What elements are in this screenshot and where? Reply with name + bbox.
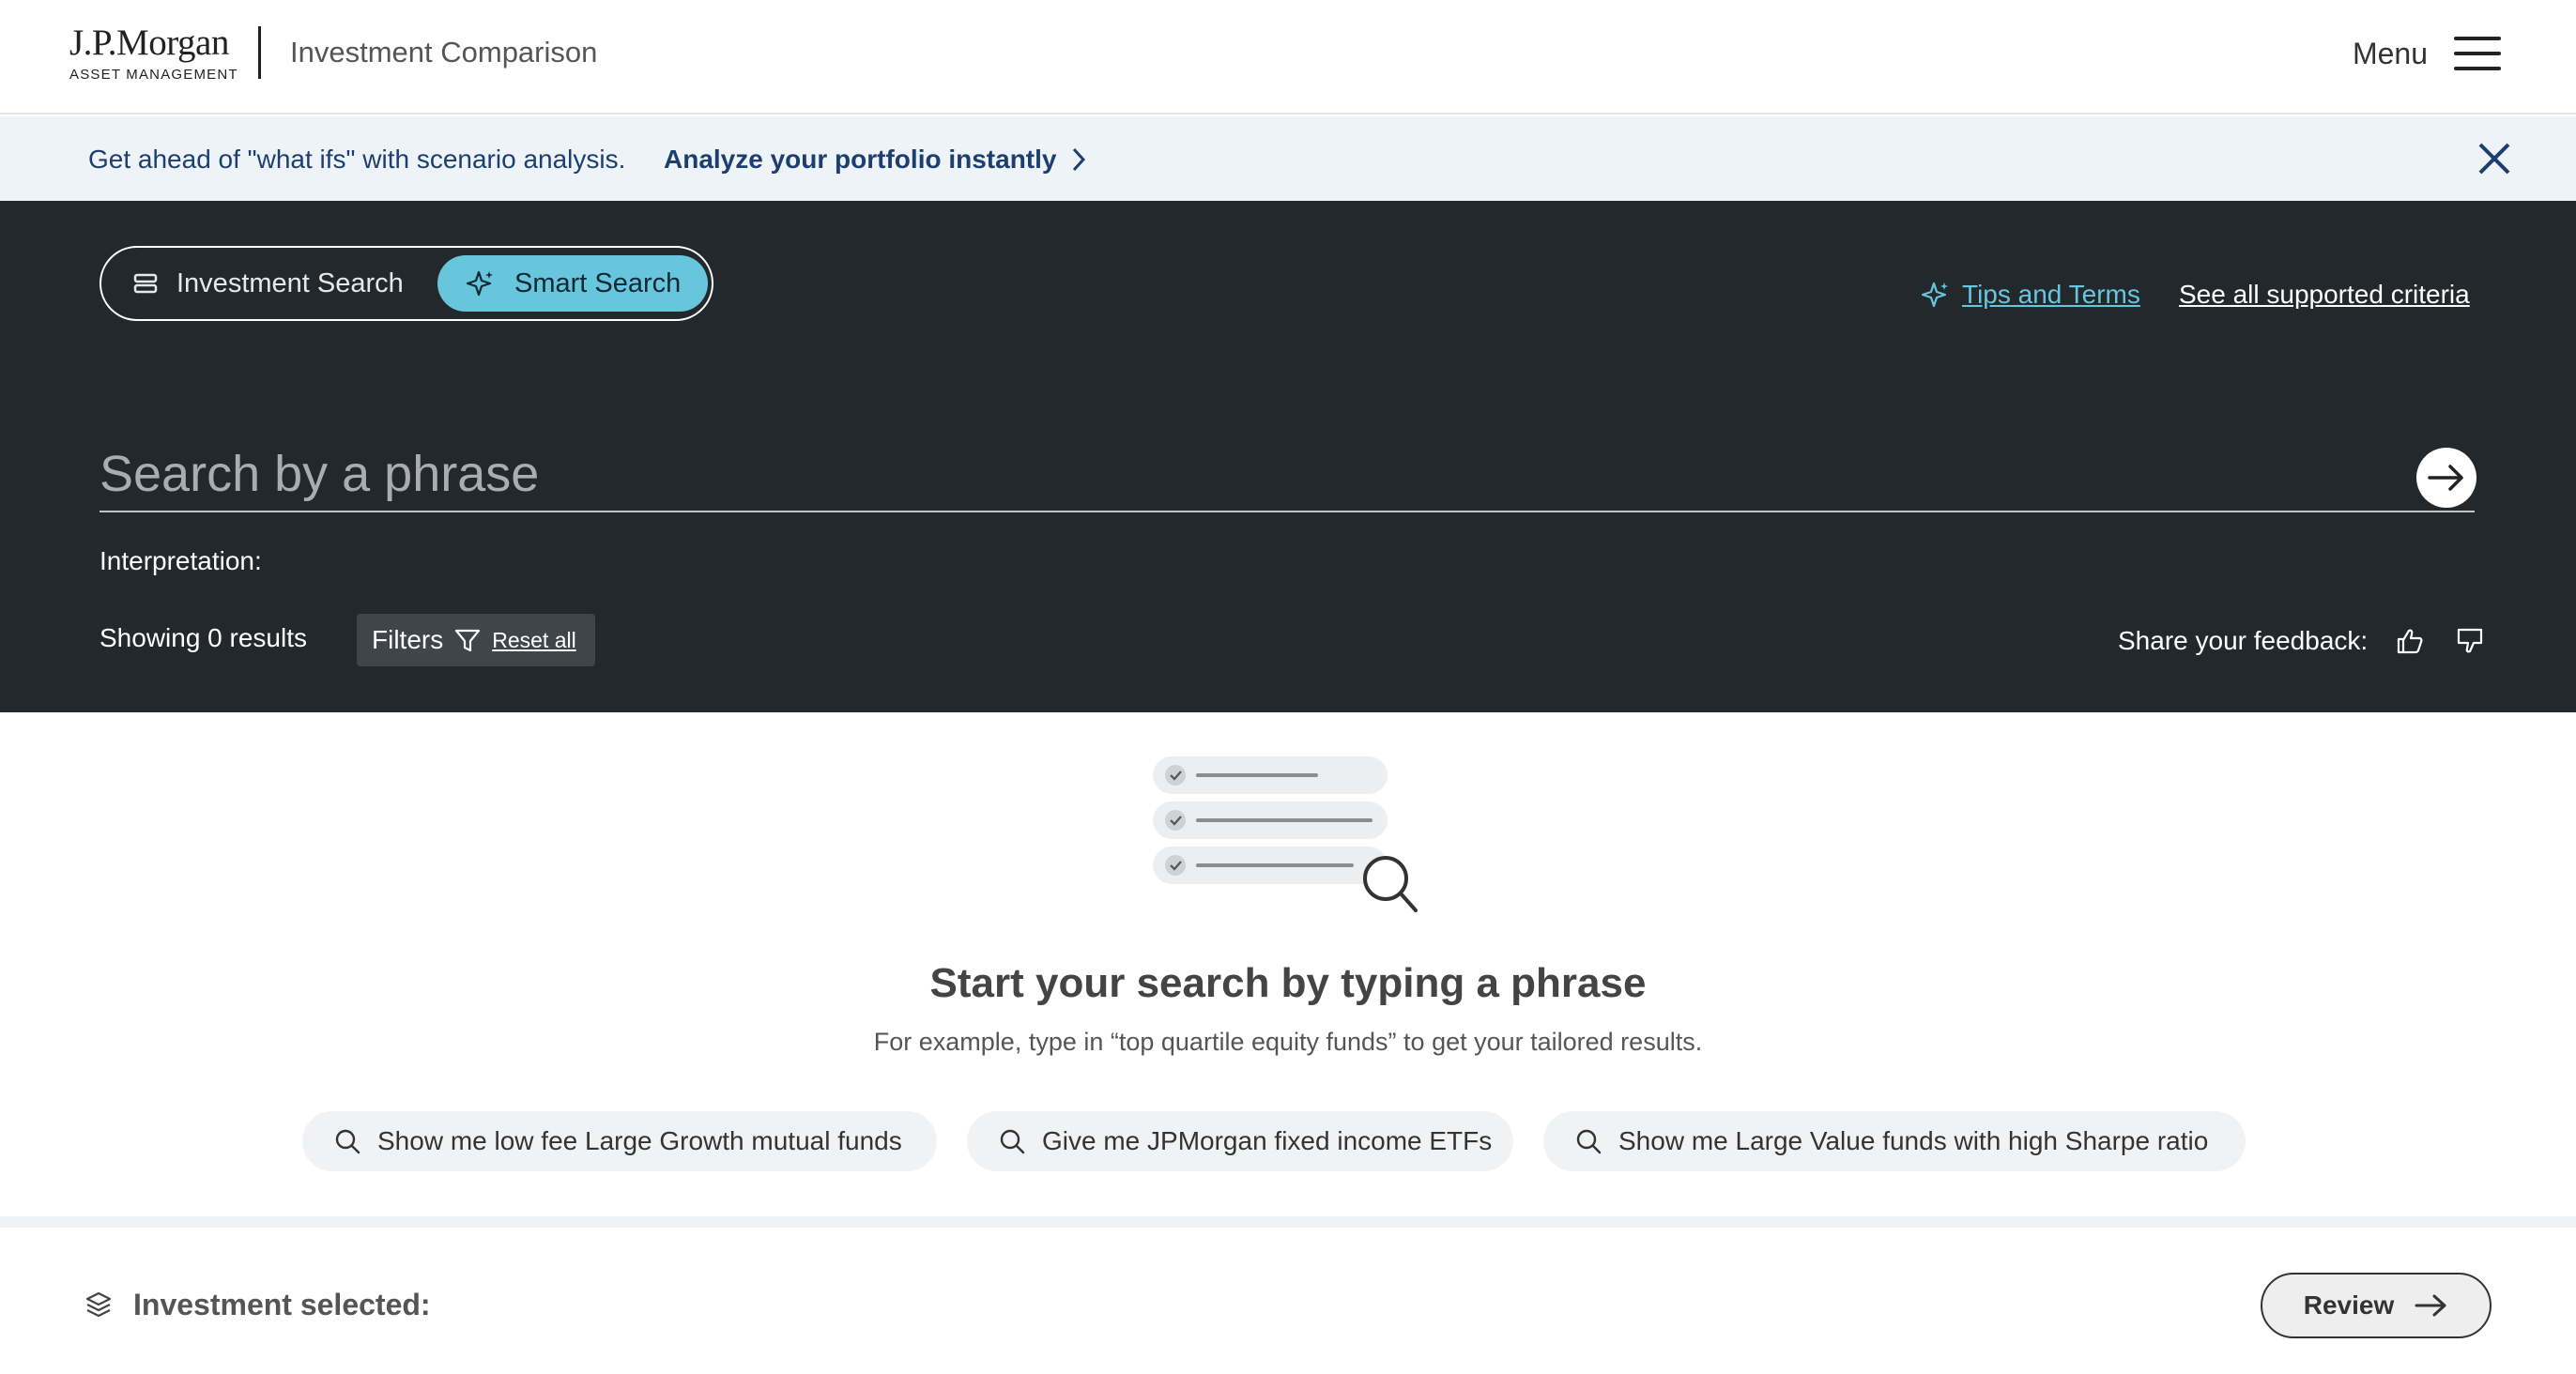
thumbs-up-button[interactable] [2388,619,2431,663]
thumbs-up-icon [2398,629,2423,654]
search-icon [335,1129,360,1154]
selection-tray: Investment selected: Review [0,1228,2576,1374]
search-mode-toggle: Investment Search Smart Search [100,246,713,321]
investment-selected-text: Investment selected: [133,1288,431,1321]
search-panel: Investment Search Smart Search Tips and … [0,201,2576,712]
suggestion-chip[interactable]: Give me JPMorgan fixed income ETFs [967,1111,1513,1171]
empty-state-subtitle: For example, type in “top quartile equit… [873,1028,1703,1056]
logo-subtitle: ASSET MANAGEMENT [69,67,238,83]
page: J.P.Morgan ASSET MANAGEMENT Investment C… [0,0,2576,1374]
arrow-right-icon [2415,1294,2446,1317]
search-icon [1576,1129,1602,1154]
suggestion-text: Show me Large Value funds with high Shar… [1618,1126,2209,1155]
arrow-right-icon [2428,465,2463,491]
search-icon [1000,1129,1025,1154]
smart-search-tab[interactable]: Smart Search [437,255,708,312]
suggestion-text: Give me JPMorgan fixed income ETFs [1042,1126,1493,1155]
promo-banner: Get ahead of "what ifs" with scenario an… [0,116,2576,201]
search-empty-illustration [1153,756,1418,912]
filters-bar: Filters Reset all [357,614,595,666]
interpretation-label: Interpretation: [100,546,262,575]
analyze-portfolio-label: Analyze your portfolio instantly [664,145,1057,174]
chevron-right-icon [1073,147,1086,172]
analyze-portfolio-link[interactable]: Analyze your portfolio instantly [664,141,1086,178]
sparkle-icon [1921,282,1948,308]
filters-label: Filters [372,625,444,654]
tips-and-terms-label: Tips and Terms [1962,280,2140,309]
tips-and-terms-link[interactable]: Tips and Terms [1921,276,2140,313]
review-button[interactable]: Review [2261,1273,2492,1338]
suggestion-chip[interactable]: Show me Large Value funds with high Shar… [1543,1111,2246,1171]
search-submit-button[interactable] [2416,448,2476,508]
logo-wordmark: J.P.Morgan [69,23,229,63]
reset-all-link[interactable]: Reset all [492,628,575,653]
thumbs-down-button[interactable] [2448,619,2492,663]
suggestion-chip[interactable]: Show me low fee Large Growth mutual fund… [302,1111,937,1171]
top-header: J.P.Morgan ASSET MANAGEMENT Investment C… [0,0,2576,114]
empty-state-title: Start your search by typing a phrase [929,960,1647,1006]
close-icon[interactable] [2473,137,2516,180]
filter-icon[interactable] [454,627,481,653]
results-count: Showing 0 results [100,623,308,652]
feedback-label: Share your feedback: [2118,626,2369,655]
menu-button[interactable]: Menu [2353,32,2501,75]
review-label: Review [2303,1290,2395,1320]
banner-text: Get ahead of "what ifs" with scenario an… [88,145,626,174]
menu-label: Menu [2352,37,2428,70]
feedback-section: Share your feedback: [2118,619,2492,663]
app-title: Investment Comparison [290,36,598,69]
logo-divider [258,26,261,79]
investment-selected-label: Investment selected: [84,1284,431,1325]
jpmorgan-logo[interactable]: J.P.Morgan ASSET MANAGEMENT [69,23,238,84]
hamburger-icon [2454,35,2501,72]
sparkle-icon [466,270,493,297]
layers-icon [85,1291,112,1318]
list-icon [133,273,158,294]
phrase-search-input[interactable] [100,437,2475,512]
section-divider [0,1216,2576,1228]
thumbs-down-icon [2458,628,2483,653]
smart-search-label: Smart Search [514,267,682,298]
suggestion-text: Show me low fee Large Growth mutual fund… [377,1126,902,1155]
supported-criteria-link[interactable]: See all supported criteria [2179,276,2470,313]
investment-search-tab[interactable]: Investment Search [133,255,404,312]
investment-search-label: Investment Search [176,267,404,298]
